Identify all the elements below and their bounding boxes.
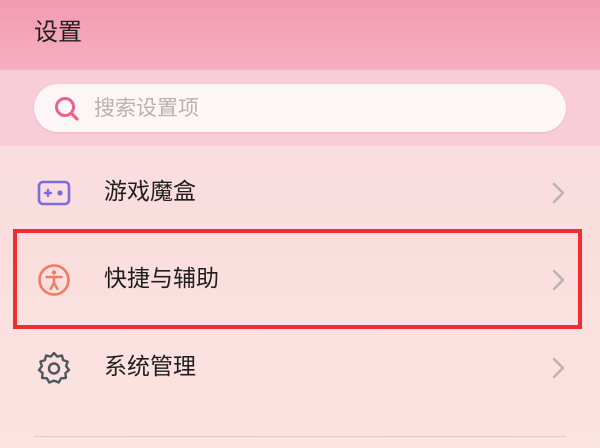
- settings-item-system-management[interactable]: 系统管理: [0, 323, 600, 411]
- divider: [34, 436, 566, 437]
- gamepad-icon: [37, 180, 71, 206]
- settings-item-label: 游戏魔盒: [104, 179, 196, 205]
- search-icon: [55, 97, 79, 121]
- page-title: 设置: [34, 18, 82, 46]
- settings-item-label: 快捷与辅助: [104, 266, 219, 292]
- search-bar-area: [0, 70, 600, 146]
- settings-item-shortcuts-accessibility[interactable]: 快捷与辅助: [0, 235, 600, 323]
- search-input[interactable]: [94, 84, 544, 132]
- settings-item-label: 系统管理: [104, 354, 196, 380]
- chevron-right-icon: [552, 182, 565, 204]
- search-box[interactable]: [34, 84, 566, 132]
- accessibility-icon: [38, 264, 70, 296]
- gear-icon: [37, 351, 71, 384]
- settings-item-game-box[interactable]: 游戏魔盒: [0, 148, 600, 236]
- app-header: 设置: [0, 0, 600, 70]
- chevron-right-icon: [552, 357, 565, 379]
- chevron-right-icon: [552, 269, 565, 291]
